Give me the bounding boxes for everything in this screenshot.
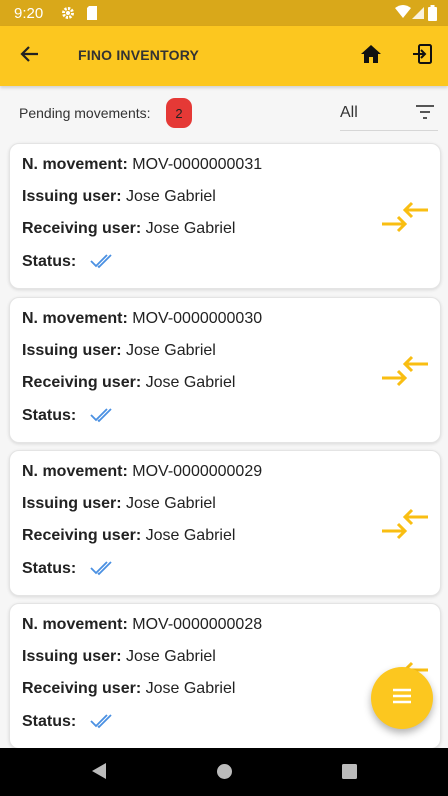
status-label: Status: <box>22 253 77 270</box>
issuing-user: Jose Gabriel <box>126 495 216 512</box>
movement-card[interactable]: N. movement: MOV-0000000031 Issuing user… <box>9 143 441 289</box>
issuing-label: Issuing user: <box>22 648 122 665</box>
movement-card[interactable]: N. movement: MOV-0000000029 Issuing user… <box>9 450 441 596</box>
filter-value: All <box>340 104 358 121</box>
double-check-icon <box>90 712 116 735</box>
home-icon <box>360 44 382 69</box>
double-check-icon <box>90 559 116 582</box>
back-button[interactable] <box>13 39 47 73</box>
home-button[interactable] <box>354 39 388 73</box>
system-nav-bar <box>0 748 448 796</box>
nav-recents-button[interactable] <box>342 764 357 784</box>
receiving-user: Jose Gabriel <box>145 374 236 391</box>
receiving-user: Jose Gabriel <box>145 527 236 544</box>
menu-fab-button[interactable] <box>371 667 433 729</box>
nav-home-button[interactable] <box>216 763 233 785</box>
pending-count-badge: 2 <box>166 98 192 128</box>
menu-icon <box>392 688 412 709</box>
receiving-label: Receiving user: <box>22 680 142 697</box>
receiving-label: Receiving user: <box>22 220 142 237</box>
movement-number: MOV-0000000031 <box>132 156 263 173</box>
back-arrow-icon <box>20 44 40 69</box>
page-title: FINO INVENTORY <box>78 47 200 63</box>
receiving-user: Jose Gabriel <box>145 220 236 237</box>
movement-card[interactable]: N. movement: MOV-0000000028 Issuing user… <box>9 603 441 749</box>
double-check-icon <box>90 406 116 429</box>
issuing-user: Jose Gabriel <box>126 188 216 205</box>
swap-arrows-icon <box>381 355 429 392</box>
status-bar: 9:20 <box>0 0 448 26</box>
swap-arrows-icon <box>381 508 429 545</box>
movement-number: MOV-0000000029 <box>132 463 263 480</box>
movement-label: N. movement: <box>22 616 128 633</box>
battery-icon <box>428 5 437 26</box>
movement-label: N. movement: <box>22 310 128 327</box>
nav-back-button[interactable] <box>91 762 107 785</box>
receiving-user: Jose Gabriel <box>145 680 236 697</box>
status-label: Status: <box>22 713 77 730</box>
movement-number: MOV-0000000030 <box>132 310 263 327</box>
status-filter-dropdown[interactable]: All <box>340 96 438 131</box>
movement-number: MOV-0000000028 <box>132 616 263 633</box>
issuing-user: Jose Gabriel <box>126 342 216 359</box>
sd-card-icon <box>86 5 98 26</box>
filter-bar: Pending movements: 2 All <box>0 86 448 140</box>
issuing-label: Issuing user: <box>22 342 122 359</box>
logout-button[interactable] <box>405 39 439 73</box>
pending-movements-label: Pending movements: <box>19 105 151 121</box>
issuing-label: Issuing user: <box>22 188 122 205</box>
receiving-label: Receiving user: <box>22 374 142 391</box>
movement-label: N. movement: <box>22 156 128 173</box>
receiving-label: Receiving user: <box>22 527 142 544</box>
exit-icon <box>411 43 433 70</box>
status-label: Status: <box>22 407 77 424</box>
settings-icon <box>60 5 76 26</box>
status-label: Status: <box>22 560 77 577</box>
double-check-icon <box>90 252 116 275</box>
signal-icon <box>412 5 424 24</box>
movement-label: N. movement: <box>22 463 128 480</box>
filter-icon <box>416 105 434 124</box>
issuing-label: Issuing user: <box>22 495 122 512</box>
movement-card[interactable]: N. movement: MOV-0000000030 Issuing user… <box>9 297 441 443</box>
status-time: 9:20 <box>14 5 44 22</box>
issuing-user: Jose Gabriel <box>126 648 216 665</box>
swap-arrows-icon <box>381 201 429 238</box>
wifi-icon <box>395 5 411 24</box>
app-bar: FINO INVENTORY <box>0 26 448 86</box>
